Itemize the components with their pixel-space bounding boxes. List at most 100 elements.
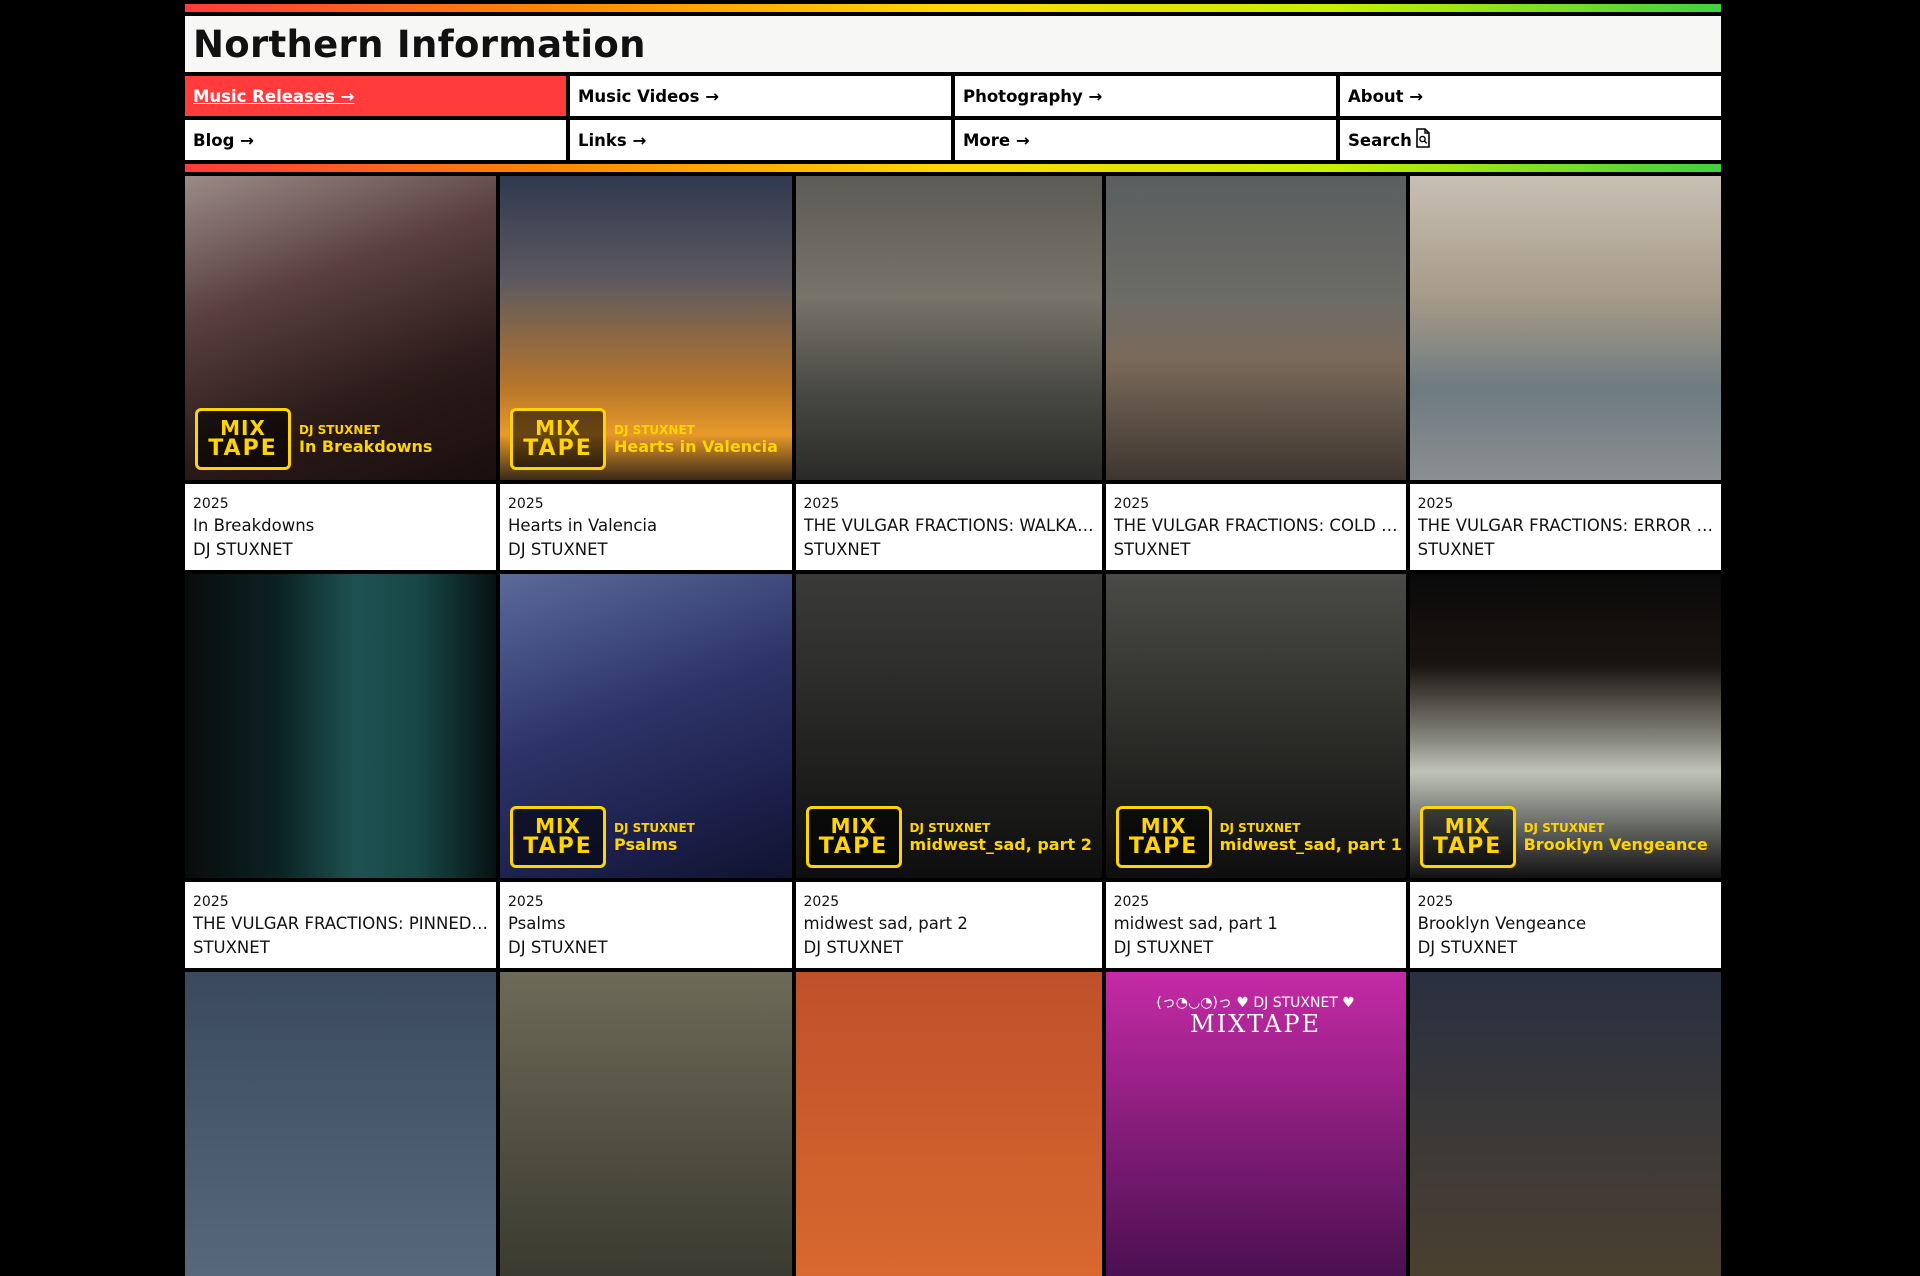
release-card[interactable]: [500, 972, 792, 1276]
release-title[interactable]: THE VULGAR FRACTIONS: ERROR …: [1418, 514, 1713, 538]
release-title[interactable]: Hearts in Valencia: [508, 514, 784, 538]
nav-more[interactable]: More →: [955, 120, 1336, 160]
nav-photography[interactable]: Photography →: [955, 76, 1336, 116]
release-cover[interactable]: MIX TAPE DJ STUXNET Brooklyn Vengeance: [1409, 574, 1721, 878]
nav-about[interactable]: About →: [1340, 76, 1721, 116]
mixtape-logo-top: MIX: [830, 814, 877, 838]
release-cover[interactable]: [500, 972, 792, 1276]
mixtape-logo: MIX TAPE: [510, 806, 606, 868]
release-cover[interactable]: (っ◔◡◔)っ ♥ DJ STUXNET ♥ MIXTAPE: [1105, 972, 1406, 1276]
release-card[interactable]: MIX TAPE DJ STUXNET Psalms 2025 Psalms DJ STUX…: [500, 574, 792, 968]
release-card[interactable]: [1409, 972, 1721, 1276]
release-cover[interactable]: [795, 176, 1102, 480]
release-info: 2025 Hearts in Valencia DJ STUXNET: [500, 480, 792, 570]
release-cover[interactable]: [1409, 176, 1721, 480]
nav-label: Blog →: [193, 130, 254, 150]
badge-dj: DJ STUXNET: [299, 422, 380, 437]
release-info: 2025 THE VULGAR FRACTIONS: ERROR … STUXNET: [1409, 480, 1721, 570]
mixtape-badge: MIX TAPE DJ STUXNET In Breakdowns: [195, 408, 432, 470]
rainbow-divider-bottom: [185, 164, 1721, 172]
release-title[interactable]: THE VULGAR FRACTIONS: PINNED…: [193, 912, 488, 936]
release-card[interactable]: [795, 972, 1102, 1276]
release-card[interactable]: 2025 THE VULGAR FRACTIONS: COLD … STUXNET: [1105, 176, 1406, 570]
release-title[interactable]: THE VULGAR FRACTIONS: WALKA…: [804, 514, 1094, 538]
release-artist: DJ STUXNET: [508, 540, 608, 559]
release-card[interactable]: MIX TAPE DJ STUXNET In Breakdowns 2025 In Bre…: [185, 176, 496, 570]
release-info: 2025 THE VULGAR FRACTIONS: COLD … STUXNET: [1105, 480, 1406, 570]
release-info: 2025 Psalms DJ STUXNET: [500, 878, 792, 968]
release-year: 2025: [1113, 496, 1150, 512]
site-title[interactable]: Northern Information: [193, 23, 646, 66]
badge-dj: DJ STUXNET: [614, 422, 695, 437]
nav-music-videos[interactable]: Music Videos →: [570, 76, 951, 116]
release-title[interactable]: midwest sad, part 1: [1114, 912, 1398, 936]
mixtape-logo-top: MIX: [535, 814, 581, 838]
release-card[interactable]: MIX TAPE DJ STUXNET midwest_sad, part 1 2025…: [1105, 574, 1406, 968]
release-cover[interactable]: [795, 972, 1102, 1276]
mixtape-badge: MIX TAPE DJ STUXNET Hearts in Valencia: [510, 408, 778, 470]
badge-title: midwest_sad, part 1: [1219, 834, 1402, 854]
release-title[interactable]: In Breakdowns: [193, 514, 488, 538]
release-info: 2025 midwest sad, part 2 DJ STUXNET: [795, 878, 1102, 968]
release-title[interactable]: midwest sad, part 2: [804, 912, 1094, 936]
release-cover[interactable]: [185, 972, 496, 1276]
release-artist: DJ STUXNET: [1417, 938, 1518, 957]
release-year: 2025: [1417, 894, 1454, 910]
release-card[interactable]: (っ◔◡◔)っ ♥ DJ STUXNET ♥ MIXTAPE: [1105, 972, 1406, 1276]
release-year: 2025: [193, 496, 229, 512]
release-cover[interactable]: MIX TAPE DJ STUXNET Hearts in Valencia: [500, 176, 792, 480]
release-card[interactable]: [185, 972, 496, 1276]
mixtape-logo-bottom: TAPE: [208, 436, 278, 461]
nav-search[interactable]: Search: [1340, 120, 1721, 160]
release-title[interactable]: THE VULGAR FRACTIONS: COLD …: [1114, 514, 1398, 538]
badge-dj: DJ STUXNET: [1523, 820, 1605, 835]
release-cover[interactable]: [1105, 176, 1406, 480]
mixtape-logo: MIX TAPE: [195, 408, 291, 470]
release-year: 2025: [508, 496, 544, 512]
badge-title: Hearts in Valencia: [614, 436, 778, 456]
release-info: 2025 midwest sad, part 1 DJ STUXNET: [1105, 878, 1406, 968]
badge-dj: DJ STUXNET: [614, 820, 695, 835]
nav-label: Links →: [578, 130, 647, 150]
release-artist: DJ STUXNET: [803, 938, 904, 957]
mixtape-badge: MIX TAPE DJ STUXNET Brooklyn Vengeance: [1419, 806, 1708, 868]
release-card[interactable]: 2025 THE VULGAR FRACTIONS: WALKA… STUXNET: [795, 176, 1102, 570]
nav-blog[interactable]: Blog →: [185, 120, 566, 160]
nav-label: Music Videos →: [578, 86, 720, 106]
release-title[interactable]: Psalms: [508, 912, 784, 936]
badge-text: DJ STUXNET midwest_sad, part 1: [1220, 821, 1402, 854]
release-card[interactable]: MIX TAPE DJ STUXNET Brooklyn Vengeance 2025 B…: [1409, 574, 1721, 968]
mixtape-logo-bottom: TAPE: [1432, 834, 1503, 859]
rainbow-divider-top: [185, 4, 1721, 12]
nav-links[interactable]: Links →: [570, 120, 951, 160]
nav-label: Music Releases →: [193, 86, 355, 106]
release-cover[interactable]: [185, 574, 496, 878]
release-cover[interactable]: MIX TAPE DJ STUXNET midwest_sad, part 2: [795, 574, 1102, 878]
release-cover[interactable]: MIX TAPE DJ STUXNET midwest_sad, part 1: [1105, 574, 1406, 878]
mixtape-logo-bottom: TAPE: [523, 834, 593, 859]
release-card[interactable]: MIX TAPE DJ STUXNET midwest_sad, part 2 2025…: [795, 574, 1102, 968]
release-cover[interactable]: MIX TAPE DJ STUXNET Psalms: [500, 574, 792, 878]
release-title[interactable]: Brooklyn Vengeance: [1418, 912, 1713, 936]
mixtape-logo-bottom: TAPE: [818, 834, 889, 859]
release-cover[interactable]: MIX TAPE DJ STUXNET In Breakdowns: [185, 176, 496, 480]
mixtape-logo: MIX TAPE: [510, 408, 606, 470]
mixtape-logo-top: MIX: [1140, 814, 1187, 838]
badge-title: Psalms: [614, 834, 678, 854]
nav-label: Search: [1348, 130, 1412, 150]
release-year: 2025: [1417, 496, 1454, 512]
release-artist: STUXNET: [193, 938, 270, 957]
release-card[interactable]: MIX TAPE DJ STUXNET Hearts in Valencia 2025 H…: [500, 176, 792, 570]
release-card[interactable]: 2025 THE VULGAR FRACTIONS: PINNED… STUXNET: [185, 574, 496, 968]
release-card[interactable]: 2025 THE VULGAR FRACTIONS: ERROR … STUXNET: [1409, 176, 1721, 570]
mixtape-badge: MIX TAPE DJ STUXNET Psalms: [510, 806, 695, 868]
release-cover[interactable]: [1409, 972, 1721, 1276]
nav-music-releases[interactable]: Music Releases →: [185, 76, 566, 116]
release-year: 2025: [803, 894, 840, 910]
mixtape-logo-top: MIX: [1444, 814, 1491, 838]
mixtape-logo-bottom: TAPE: [523, 436, 593, 461]
badge-text: DJ STUXNET Brooklyn Vengeance: [1524, 821, 1708, 854]
mixtape-logo: MIX TAPE: [805, 806, 902, 868]
badge-title: Brooklyn Vengeance: [1523, 834, 1708, 854]
nav-label: About →: [1348, 86, 1424, 106]
